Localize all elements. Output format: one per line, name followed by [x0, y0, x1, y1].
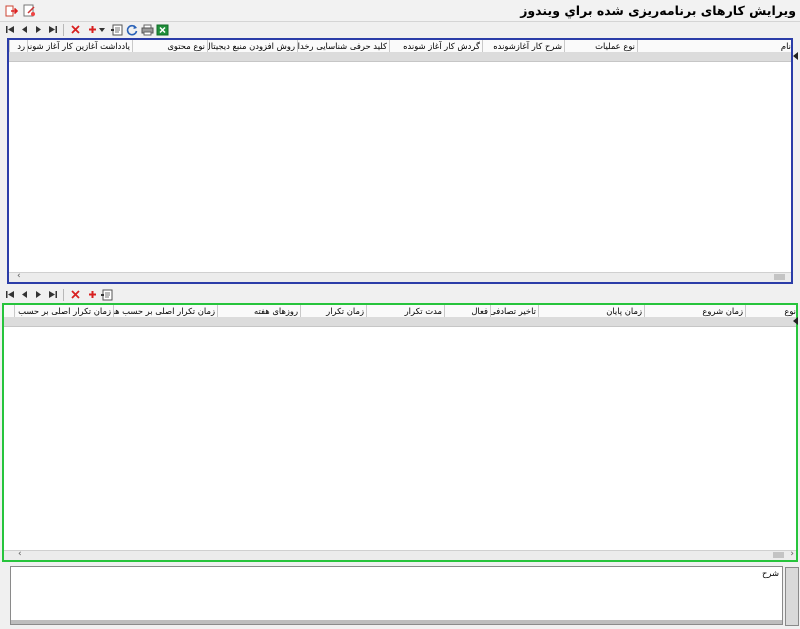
col-header-content-type[interactable]: نوع محتوی — [132, 40, 207, 52]
col-header-weekdays[interactable]: روزهای هفته — [217, 305, 300, 317]
col-header-weekly-repeat[interactable]: زمان تکرار اصلی بر حسب هفته — [113, 305, 217, 317]
col-header-enabled[interactable]: فعال — [444, 305, 490, 317]
col-header-starting-workflow[interactable]: گردش کار آغاز شونده — [389, 40, 482, 52]
exit-icon[interactable] — [4, 3, 19, 18]
col-header-starting-job-description[interactable]: شرح کار آغازشونده — [482, 40, 564, 52]
col-header-daily-repeat[interactable]: زمان تکرار اصلی بر حسب روز — [14, 305, 113, 317]
window-title: ويرايش کارهای برنامه‌ریزی شده براي ويندو… — [520, 3, 796, 18]
next-record-icon[interactable] — [31, 287, 45, 302]
new-row-placeholder[interactable] — [4, 317, 796, 327]
scroll-thumb[interactable] — [773, 552, 784, 558]
title-bar: ويرايش کارهای برنامه‌ریزی شده براي ويندو… — [0, 0, 800, 22]
print-icon[interactable] — [140, 22, 154, 37]
description-label: شرح — [761, 568, 779, 578]
scroll-left-icon[interactable]: ‹ — [18, 549, 22, 559]
col-header-truncated[interactable]: رد — [9, 40, 27, 52]
main-toolbar — [0, 22, 800, 38]
col-header-initial-note[interactable]: يادداشت آغازين کار آغاز شونده — [27, 40, 132, 52]
delete-icon[interactable] — [68, 22, 82, 37]
help-icon[interactable] — [22, 3, 37, 18]
toolbar-separator — [63, 24, 64, 36]
excel-export-icon[interactable] — [155, 22, 169, 37]
col-header-random-delay[interactable]: تاخير تصادفی — [490, 305, 538, 317]
row-indicator-icon — [793, 317, 798, 325]
col-header-event-key[interactable]: کليد حرفی شناسايی رخداد — [297, 40, 389, 52]
add-dropdown-icon[interactable] — [97, 22, 107, 37]
description-box[interactable]: شرح — [10, 566, 799, 626]
schedule-grid-horizontal-scrollbar[interactable]: ‹ › — [4, 549, 796, 560]
first-record-icon[interactable] — [3, 287, 17, 302]
scroll-right-icon[interactable]: › — [790, 549, 794, 559]
schedule-toolbar — [0, 287, 800, 303]
col-header-digital-source-method[interactable]: روش افزودن منبع ديجيتال — [207, 40, 297, 52]
row-indicator-icon — [793, 52, 798, 60]
main-grid[interactable]: نام نوع عمليات شرح کار آغازشونده گردش کا… — [7, 38, 793, 284]
main-grid-horizontal-scrollbar[interactable]: ‹ — [9, 271, 791, 282]
new-row-placeholder[interactable] — [9, 52, 791, 62]
delete-icon[interactable] — [68, 287, 82, 302]
toolbar-separator — [63, 289, 64, 301]
next-record-icon[interactable] — [31, 22, 45, 37]
col-header-end-time[interactable]: زمان پايان — [538, 305, 644, 317]
col-header-start-time[interactable]: زمان شروع — [644, 305, 745, 317]
scroll-thumb[interactable] — [774, 274, 785, 280]
col-header-name[interactable]: نام — [637, 40, 793, 52]
previous-record-icon[interactable] — [17, 287, 31, 302]
description-bottom-bar — [11, 620, 782, 624]
last-record-icon[interactable] — [45, 287, 59, 302]
edit-icon[interactable] — [100, 287, 114, 302]
description-side-panel — [785, 567, 799, 626]
scroll-left-icon[interactable]: ‹ — [17, 271, 21, 281]
refresh-icon[interactable] — [125, 22, 139, 37]
col-header-repeat-time[interactable]: زمان تکرار — [300, 305, 366, 317]
edit-icon[interactable] — [110, 22, 124, 37]
col-header-operation-type[interactable]: نوع عمليات — [564, 40, 637, 52]
add-icon[interactable] — [85, 287, 99, 302]
previous-record-icon[interactable] — [17, 22, 31, 37]
schedule-grid[interactable]: نوع زمان شروع زمان پايان تاخير تصادفی فع… — [2, 303, 798, 562]
col-header-type[interactable]: نوع — [745, 305, 798, 317]
last-record-icon[interactable] — [45, 22, 59, 37]
col-header-repeat-duration[interactable]: مدت تکرار — [366, 305, 444, 317]
first-record-icon[interactable] — [3, 22, 17, 37]
